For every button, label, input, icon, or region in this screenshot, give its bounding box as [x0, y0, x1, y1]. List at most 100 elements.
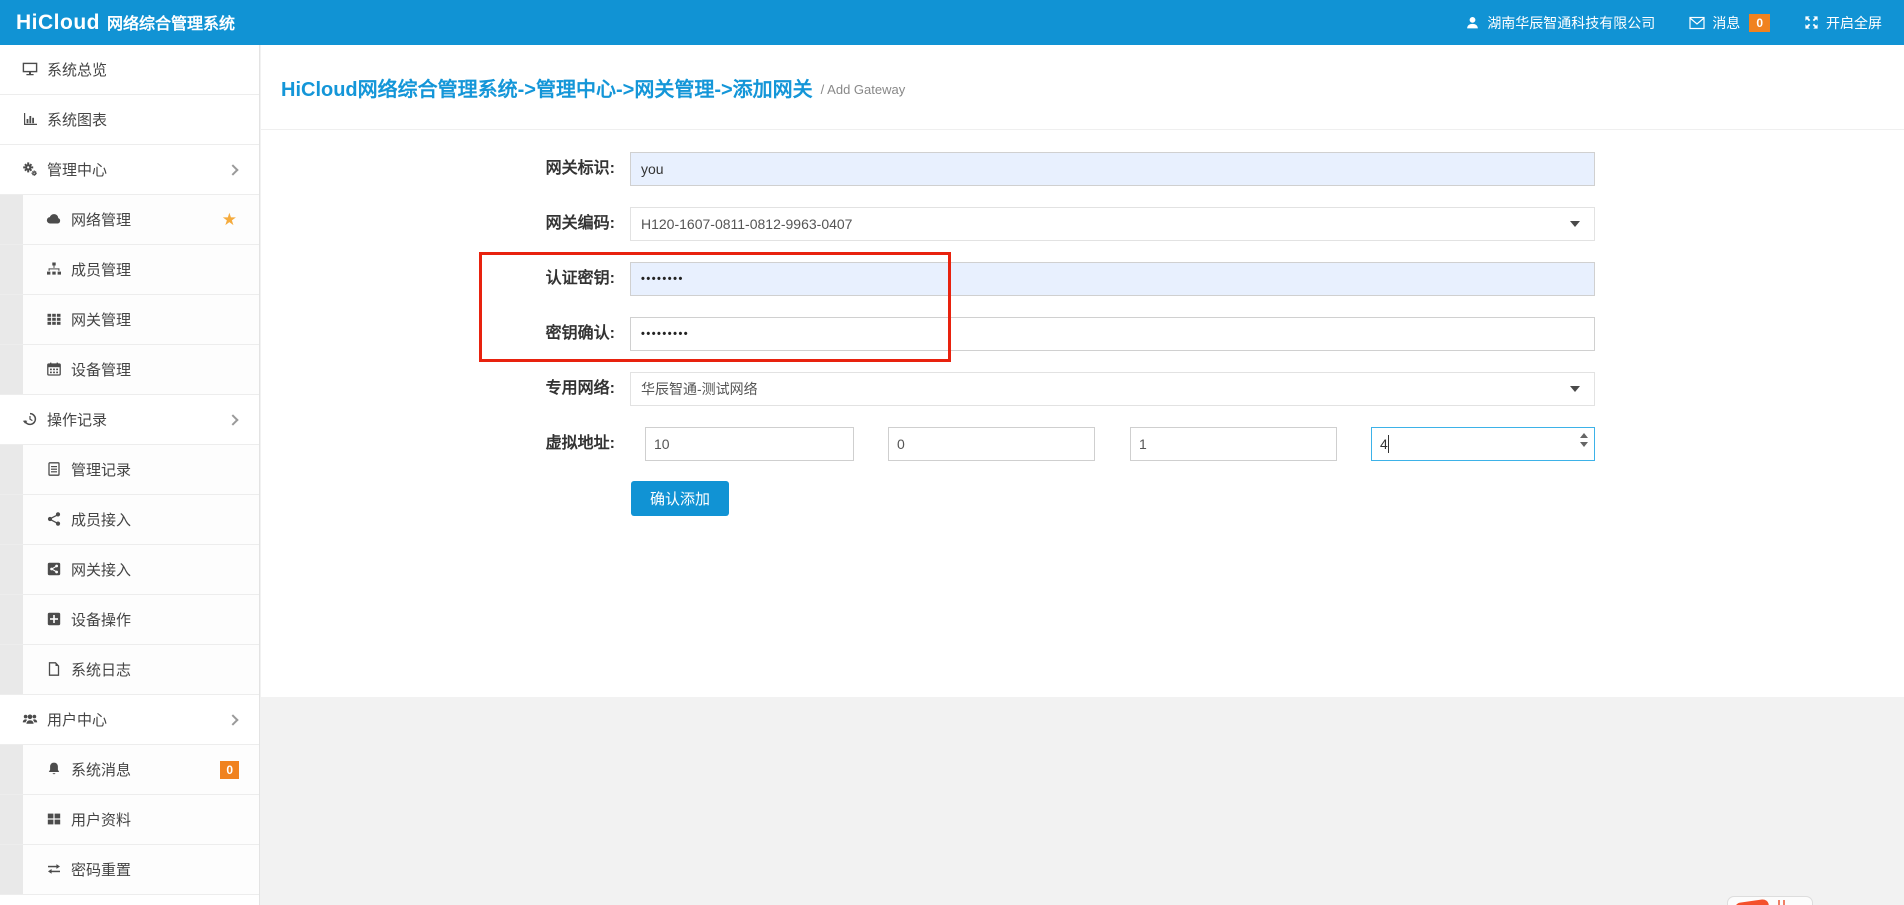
virtual-address-label: 虚拟地址: [421, 427, 615, 461]
envelope-icon [1689, 16, 1705, 30]
sidebar-item-label: 用户资料 [71, 809, 131, 830]
popup-orange-shape [1734, 899, 1770, 905]
chevron-right-icon [227, 164, 238, 175]
form-row-key-confirm: 密钥确认: [261, 317, 1904, 351]
sidebar-item-system-charts[interactable]: 系统图表 [0, 95, 259, 145]
sidebar-item-label: 设备管理 [71, 359, 131, 380]
sidebar-item-label: 网关接入 [71, 559, 131, 580]
key-confirm-label: 密钥确认: [421, 317, 615, 351]
sidebar-item-label: 管理中心 [47, 159, 107, 180]
sidebar-item-management-center[interactable]: 管理中心 [0, 145, 259, 195]
spinner-up-icon[interactable] [1580, 433, 1588, 438]
number-spinner[interactable] [1580, 433, 1588, 447]
navbar-right-group: 湖南华辰智通科技有限公司 消息 0 开启全屏 [1465, 13, 1904, 33]
sidebar-item-label: 成员管理 [71, 259, 131, 280]
company-name: 湖南华辰智通科技有限公司 [1487, 13, 1655, 33]
chevron-right-icon [227, 414, 238, 425]
navbar-user[interactable]: 湖南华辰智通科技有限公司 [1465, 13, 1655, 33]
user-icon [1465, 15, 1480, 30]
sidebar-item-label: 成员接入 [71, 509, 131, 530]
content-header: HiCloud网络综合管理系统->管理中心->网关管理->添加网关 / Add … [261, 45, 1904, 130]
sidebar-item-device-operation[interactable]: 设备操作 [0, 595, 259, 645]
fullscreen-label: 开启全屏 [1826, 13, 1882, 33]
sidebar-item-password-reset[interactable]: 密码重置 [0, 845, 259, 895]
chevron-right-icon [227, 714, 238, 725]
virtual-address-octet-1[interactable] [645, 427, 854, 461]
retweet-icon [46, 861, 63, 878]
app-root: HiCloud 网络综合管理系统 湖南华辰智通科技有限公司 消息 0 [0, 0, 1904, 905]
sidebar-item-label: 系统图表 [47, 109, 107, 130]
gateway-code-value: H120-1607-0811-0812-9963-0407 [641, 216, 852, 232]
history-icon [22, 411, 39, 428]
private-network-select[interactable]: 华辰智通-测试网络 [630, 372, 1595, 406]
sidebar-item-operation-records[interactable]: 操作记录 [0, 395, 259, 445]
brand-name: HiCloud [16, 11, 100, 35]
virtual-address-octet-4[interactable] [1371, 427, 1595, 461]
sidebar-item-network-management[interactable]: 网络管理 ★ [0, 195, 259, 245]
gears-icon [22, 161, 39, 178]
caret-down-icon [1570, 386, 1580, 392]
sidebar-item-user-center[interactable]: 用户中心 [0, 695, 259, 745]
sidebar-item-system-messages[interactable]: 系统消息 0 [0, 745, 259, 795]
sidebar-item-label: 网络管理 [71, 209, 131, 230]
sidebar-item-device-management[interactable]: 设备管理 [0, 345, 259, 395]
star-icon: ★ [222, 210, 237, 230]
text-cursor [1388, 435, 1389, 453]
sidebar-item-label: 设备操作 [71, 609, 131, 630]
sidebar-item-label: 系统日志 [71, 659, 131, 680]
bottom-right-popup-fragment[interactable] [1727, 896, 1813, 905]
caret-down-icon [1570, 221, 1580, 227]
messages-count-badge: 0 [1749, 14, 1770, 32]
grid-icon [46, 311, 63, 328]
sidebar-item-label: 密码重置 [71, 859, 131, 880]
th-large-icon [46, 811, 63, 828]
breadcrumb-subtitle: / Add Gateway [821, 82, 906, 97]
calendar-icon [46, 361, 63, 378]
virtual-address-octet-2[interactable] [888, 427, 1095, 461]
file-text-icon [46, 461, 63, 478]
sidebar-item-system-log[interactable]: 系统日志 [0, 645, 259, 695]
auth-key-input[interactable] [630, 262, 1595, 296]
popup-detail-line [1783, 900, 1785, 905]
system-messages-badge: 0 [220, 761, 239, 779]
sidebar-item-system-overview[interactable]: 系统总览 [0, 45, 259, 95]
expand-icon [1804, 15, 1819, 30]
virtual-address-octet-4-wrap [1371, 427, 1595, 461]
brand-subtitle: 网络综合管理系统 [107, 10, 235, 34]
key-confirm-input[interactable] [630, 317, 1595, 351]
sidebar-item-gateway-management[interactable]: 网关管理 [0, 295, 259, 345]
sidebar-item-label: 系统总览 [47, 59, 107, 80]
sidebar-item-gateway-access[interactable]: 网关接入 [0, 545, 259, 595]
gateway-id-input[interactable] [630, 152, 1595, 186]
chart-icon [22, 111, 39, 128]
messages-label: 消息 [1712, 13, 1740, 33]
form-row-gateway-id: 网关标识: [261, 152, 1904, 186]
sidebar-item-member-access[interactable]: 成员接入 [0, 495, 259, 545]
navbar-messages[interactable]: 消息 0 [1689, 13, 1770, 33]
private-network-value: 华辰智通-测试网络 [641, 379, 758, 399]
gateway-id-label: 网关标识: [421, 152, 615, 186]
sidebar-item-member-management[interactable]: 成员管理 [0, 245, 259, 295]
sidebar-item-management-records[interactable]: 管理记录 [0, 445, 259, 495]
sidebar-item-label: 管理记录 [71, 459, 131, 480]
virtual-address-octet-3[interactable] [1130, 427, 1337, 461]
gateway-code-select[interactable]: H120-1607-0811-0812-9963-0407 [630, 207, 1595, 241]
share-icon [46, 511, 63, 528]
spinner-down-icon[interactable] [1580, 442, 1588, 447]
form-row-gateway-code: 网关编码: H120-1607-0811-0812-9963-0407 [261, 207, 1904, 241]
confirm-add-button[interactable]: 确认添加 [631, 481, 729, 516]
form-row-virtual-address: 虚拟地址: [261, 427, 1904, 461]
content-panel: HiCloud网络综合管理系统->管理中心->网关管理->添加网关 / Add … [261, 45, 1904, 697]
navbar-fullscreen[interactable]: 开启全屏 [1804, 13, 1882, 33]
sidebar-item-user-profile[interactable]: 用户资料 [0, 795, 259, 845]
auth-key-label: 认证密钥: [421, 262, 615, 296]
popup-detail-line [1778, 900, 1780, 905]
sidebar-item-label: 操作记录 [47, 409, 107, 430]
app-logo: HiCloud 网络综合管理系统 [0, 10, 235, 35]
bell-icon [46, 761, 63, 778]
file-icon [46, 661, 63, 678]
breadcrumb: HiCloud网络综合管理系统->管理中心->网关管理->添加网关 [281, 73, 813, 102]
cloud-icon [46, 211, 63, 228]
users-icon [22, 711, 39, 728]
form-row-private-network: 专用网络: 华辰智通-测试网络 [261, 372, 1904, 406]
